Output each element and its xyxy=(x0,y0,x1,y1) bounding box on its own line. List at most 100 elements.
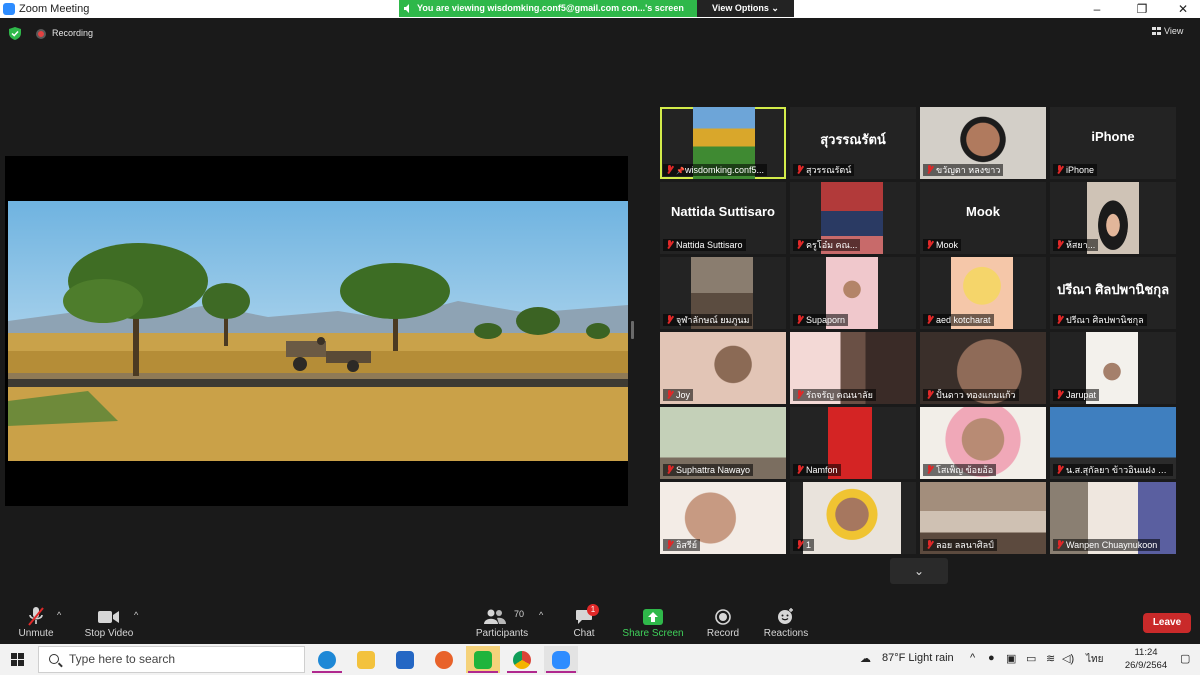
participant-name-label: รัถจรัญ คณนาลัย xyxy=(793,389,876,401)
shield-icon[interactable] xyxy=(9,27,21,40)
participant-tile[interactable]: Jarupat xyxy=(1050,332,1176,404)
participant-tile[interactable]: โสเพ็ญ ข้อยอ้อ xyxy=(920,407,1046,479)
edge-app[interactable] xyxy=(310,646,344,673)
participant-tile[interactable]: ปรีณา ศิลปพานิชกุล ปรีณา ศิลปพานิชกุล xyxy=(1050,257,1176,329)
stop-video-button[interactable]: Stop Video xyxy=(69,600,149,644)
battery-icon[interactable]: ▭ xyxy=(1026,652,1036,665)
share-screen-button[interactable]: Share Screen xyxy=(613,600,693,644)
gallery-next-page-button[interactable]: ⌄ xyxy=(890,558,948,584)
participant-name: Supaporn xyxy=(806,315,846,325)
participant-tile[interactable]: จุฬาลักษณ์ ยมภูนม xyxy=(660,257,786,329)
zoom-app-icon xyxy=(3,3,15,15)
chevron-up-icon[interactable]: ^ xyxy=(970,652,975,664)
active-indicator xyxy=(312,671,342,673)
notification-icon[interactable]: ▢ xyxy=(1180,652,1190,665)
leave-button[interactable]: Leave xyxy=(1143,613,1191,633)
participant-display-name: สุวรรณรัตน์ xyxy=(820,132,886,147)
participant-name: ปั้นดาว ทองแกมแก้ว xyxy=(936,390,1016,400)
active-indicator xyxy=(507,671,537,673)
file-explorer-app[interactable] xyxy=(349,646,383,673)
active-indicator xyxy=(468,671,498,673)
volume-icon[interactable]: ◁) xyxy=(1062,652,1074,665)
participant-tile[interactable]: 1 xyxy=(790,482,916,554)
taskbar-clock[interactable]: 11:24 26/9/2564 xyxy=(1118,646,1174,672)
line-app[interactable] xyxy=(466,646,500,673)
maximize-button[interactable]: ❐ xyxy=(1127,1,1157,17)
taskbar-search-box[interactable]: Type here to search xyxy=(38,646,305,673)
participant-tile[interactable]: ลอย ลลนาศิลป์ xyxy=(920,482,1046,554)
search-icon xyxy=(49,654,59,664)
unmute-button[interactable]: Unmute xyxy=(0,600,76,644)
muted-mic-icon xyxy=(1056,240,1063,249)
clock-date: 26/9/2564 xyxy=(1124,660,1168,671)
participant-name: จุฬาลักษณ์ ยมภูนม xyxy=(676,315,750,325)
participant-tile[interactable]: สุวรรณรัตน์ สุวรรณรัตน์ xyxy=(790,107,916,179)
edge-icon xyxy=(318,651,336,669)
chrome-app[interactable] xyxy=(505,646,539,673)
participant-tile[interactable]: รัถจรัญ คณนาลัย xyxy=(790,332,916,404)
participant-tile[interactable]: อิสรีย์ xyxy=(660,482,786,554)
chat-button[interactable]: 1 Chat xyxy=(544,600,624,644)
divider-handle[interactable] xyxy=(631,321,634,339)
participant-tile[interactable]: น.ส.สุกัลยา ข้าวอินแฝง คณน... xyxy=(1050,407,1176,479)
windows-start-icon[interactable] xyxy=(11,653,24,666)
participant-name: Jarupat xyxy=(1066,390,1097,400)
video-options-caret[interactable]: ^ xyxy=(134,610,138,620)
participant-name-label: Namfon xyxy=(793,464,841,476)
participant-name: รัถจรัญ คณนาลัย xyxy=(806,390,873,400)
participant-tile[interactable]: aed kotcharat xyxy=(920,257,1046,329)
muted-mic-icon xyxy=(1056,540,1063,549)
participant-tile[interactable]: iPhone iPhone xyxy=(1050,107,1176,179)
participant-tile[interactable]: Namfon xyxy=(790,407,916,479)
participant-name: โสเพ็ญ ข้อยอ้อ xyxy=(936,465,994,475)
participant-name-label: 1 xyxy=(793,539,815,551)
close-button[interactable]: ✕ xyxy=(1168,1,1198,17)
zoom-app[interactable] xyxy=(544,646,578,673)
muted-mic-icon xyxy=(666,465,673,474)
input-language[interactable]: ไทย xyxy=(1086,652,1103,667)
wifi-icon[interactable]: ≋ xyxy=(1046,652,1055,665)
participant-name-label: น.ส.สุกัลยา ข้าวอินแฝง คณน... xyxy=(1053,464,1173,476)
participants-button[interactable]: 70 Participants xyxy=(462,600,542,644)
muted-mic-icon xyxy=(796,240,803,249)
muted-mic-icon xyxy=(926,390,933,399)
participant-tile[interactable]: ห้สยา... xyxy=(1050,182,1176,254)
participant-tile[interactable]: Mook Mook xyxy=(920,182,1046,254)
participant-name-label: อิสรีย์ xyxy=(663,539,701,551)
participant-tile[interactable]: 📌wisdomking.conf5... xyxy=(660,107,786,179)
participant-tile[interactable]: Nattida Suttisaro Nattida Suttisaro xyxy=(660,182,786,254)
gallery-view: 📌wisdomking.conf5... สุวรรณรัตน์ สุวรรณรัต… xyxy=(660,107,1176,554)
participant-name-label: iPhone xyxy=(1053,164,1098,176)
audio-options-caret[interactable]: ^ xyxy=(57,610,61,620)
microphone-icon[interactable]: ● xyxy=(988,652,995,664)
participant-tile[interactable]: Supaporn xyxy=(790,257,916,329)
reactions-icon xyxy=(778,608,793,624)
window-title: Zoom Meeting xyxy=(19,3,90,15)
participant-tile[interactable]: ขวัญตา หลงขาว xyxy=(920,107,1046,179)
participant-tile[interactable]: ปั้นดาว ทองแกมแก้ว xyxy=(920,332,1046,404)
mail-icon xyxy=(396,651,414,669)
participant-tile[interactable]: Suphattra Nawayo xyxy=(660,407,786,479)
chat-label: Chat xyxy=(573,628,595,639)
view-options-button[interactable]: View Options ⌄ xyxy=(697,0,794,17)
participant-tile[interactable]: Joy xyxy=(660,332,786,404)
meet-now-icon[interactable]: ▣ xyxy=(1006,652,1016,665)
mail-app[interactable] xyxy=(388,646,422,673)
minimize-button[interactable]: – xyxy=(1082,1,1112,17)
view-label: View xyxy=(1164,26,1184,36)
participant-name-label: โสเพ็ญ ข้อยอ้อ xyxy=(923,464,997,476)
weather-icon[interactable]: ☁ xyxy=(860,652,871,665)
view-button[interactable]: View xyxy=(1152,26,1183,36)
participant-name: ห้สยา... xyxy=(1066,240,1096,250)
participants-count: 70 xyxy=(514,609,525,619)
recording-icon xyxy=(36,29,46,39)
weather-text[interactable]: 87°F Light rain xyxy=(882,652,954,664)
reactions-button[interactable]: Reactions xyxy=(746,600,826,644)
participants-options-caret[interactable]: ^ xyxy=(539,610,543,620)
participant-tile[interactable]: Wanpen Chuaynukoon xyxy=(1050,482,1176,554)
muted-mic-icon xyxy=(796,165,803,174)
reactions-label: Reactions xyxy=(763,628,809,639)
shared-screen[interactable] xyxy=(5,156,628,506)
participant-tile[interactable]: ครูโอ๋ม คณ... xyxy=(790,182,916,254)
firefox-app[interactable] xyxy=(427,646,461,673)
